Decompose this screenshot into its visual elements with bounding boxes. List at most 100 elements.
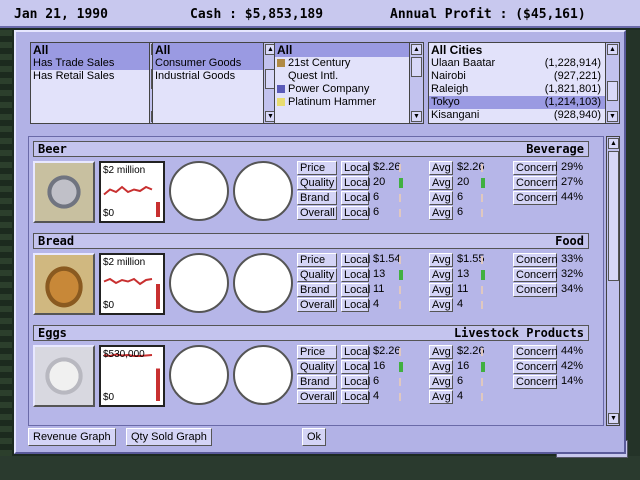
revenue-graph[interactable]: $2 million $0 (99, 161, 165, 223)
local-button[interactable]: Local (341, 360, 370, 374)
revenue-graph[interactable]: $2 million $0 (99, 253, 165, 315)
sales-share-pie[interactable] (233, 253, 293, 313)
attr-brand-button[interactable]: Brand (297, 375, 337, 389)
local-button[interactable]: Local (341, 253, 370, 267)
local-button[interactable]: Local (341, 161, 370, 175)
local-button[interactable]: Local (341, 283, 370, 297)
goods-filter-list[interactable]: All Consumer Goods Industrial Goods ▲ ▼ (152, 42, 278, 124)
revenue-graph[interactable]: $530,000 $0 (99, 345, 165, 407)
avg-button[interactable]: Avg (429, 176, 453, 190)
attr-quality-button[interactable]: Quality (297, 176, 337, 190)
attr-price-button[interactable]: Price (297, 345, 337, 359)
local-button[interactable]: Local (341, 375, 370, 389)
local-button[interactable]: Local (341, 176, 370, 190)
concern-button[interactable]: Concern (513, 360, 558, 374)
filter-option[interactable]: Consumer Goods (153, 57, 263, 70)
city-option[interactable]: Raleigh (1,821,801) (429, 83, 605, 96)
concern-value: 44% (561, 345, 584, 357)
scroll-down-icon[interactable]: ▼ (411, 111, 422, 122)
local-button[interactable]: Local (341, 298, 370, 312)
sales-share-pie[interactable] (233, 345, 293, 405)
cash-readout: Cash : $5,853,189 (190, 7, 324, 22)
concern-button[interactable]: Concern (513, 268, 558, 282)
avg-button[interactable]: Avg (429, 268, 453, 282)
filter-option[interactable]: Has Retail Sales (31, 70, 149, 83)
scroll-up-icon[interactable]: ▲ (608, 138, 619, 149)
company-option[interactable]: Power Company (275, 83, 409, 96)
filter-all-option[interactable]: All Cities (429, 43, 605, 57)
scroll-thumb[interactable] (607, 81, 618, 101)
concern-button[interactable]: Concern (513, 283, 558, 297)
scroll-thumb[interactable] (411, 57, 422, 77)
concern-button[interactable]: Concern (513, 375, 558, 389)
sales-share-pie[interactable] (233, 161, 293, 221)
avg-button[interactable]: Avg (429, 191, 453, 205)
company-color-swatch (277, 85, 285, 93)
city-option[interactable]: Nairobi (927,221) (429, 70, 605, 83)
avg-button[interactable]: Avg (429, 206, 453, 220)
scroll-up-icon[interactable]: ▲ (607, 44, 618, 55)
city-filter-scrollbar[interactable]: ▲ ▼ (605, 43, 619, 123)
product-name: Bread (38, 234, 75, 248)
qty-sold-graph-button[interactable]: Qty Sold Graph (126, 428, 212, 446)
filter-option[interactable]: Has Trade Sales (31, 57, 149, 70)
city-filter-list[interactable]: All Cities Ulaan Baatar (1,228,914) Nairobi… (428, 42, 620, 124)
filter-all-option[interactable]: All (31, 43, 149, 57)
game-date: Jan 21, 1990 (14, 7, 108, 22)
avg-button[interactable]: Avg (429, 390, 453, 404)
company-option[interactable]: Platinum Hammer (275, 96, 409, 109)
avg-button[interactable]: Avg (429, 298, 453, 312)
city-option[interactable]: Ulaan Baatar (1,228,914) (429, 57, 605, 70)
attr-brand-button[interactable]: Brand (297, 191, 337, 205)
level-bar (481, 348, 483, 356)
scroll-down-icon[interactable]: ▼ (607, 111, 618, 122)
attr-quality-button[interactable]: Quality (297, 268, 337, 282)
avg-button[interactable]: Avg (429, 253, 453, 267)
attr-price-button[interactable]: Price (297, 161, 337, 175)
scroll-thumb[interactable] (608, 151, 619, 281)
level-bar (481, 256, 483, 264)
company-filter-scrollbar[interactable]: ▲ ▼ (409, 43, 423, 123)
attr-overall-button[interactable]: Overall (297, 390, 337, 404)
city-population: (928,940) (553, 109, 601, 121)
market-share-pie[interactable] (169, 345, 229, 405)
avg-button[interactable]: Avg (429, 345, 453, 359)
level-bar (399, 256, 401, 264)
attr-overall-button[interactable]: Overall (297, 298, 337, 312)
avg-button[interactable]: Avg (429, 375, 453, 389)
avg-button[interactable]: Avg (429, 283, 453, 297)
filter-all-option[interactable]: All (153, 43, 263, 57)
revenue-graph-button[interactable]: Revenue Graph (28, 428, 116, 446)
level-bar (481, 286, 483, 294)
attr-overall-button[interactable]: Overall (297, 206, 337, 220)
trade-filter-list[interactable]: AllHas Trade SalesHas Retail Sales ▲ ▼ (30, 42, 164, 124)
filter-all-option[interactable]: All (275, 43, 409, 57)
local-button[interactable]: Local (341, 345, 370, 359)
avg-button[interactable]: Avg (429, 161, 453, 175)
company-filter-list[interactable]: All 21st Century Quest Intl. Power Company P… (274, 42, 424, 124)
concern-button[interactable]: Concern (513, 176, 558, 190)
scroll-down-icon[interactable]: ▼ (608, 413, 619, 424)
attr-quality-button[interactable]: Quality (297, 360, 337, 374)
attr-price-button[interactable]: Price (297, 253, 337, 267)
local-button[interactable]: Local (341, 191, 370, 205)
market-share-pie[interactable] (169, 161, 229, 221)
product-list-scrollbar[interactable]: ▲ ▼ (606, 136, 620, 426)
filter-option[interactable]: Industrial Goods (153, 70, 263, 83)
concern-button[interactable]: Concern (513, 191, 558, 205)
scroll-up-icon[interactable]: ▲ (411, 44, 422, 55)
concern-button[interactable]: Concern (513, 345, 558, 359)
avg-button[interactable]: Avg (429, 360, 453, 374)
local-button[interactable]: Local (341, 390, 370, 404)
city-option[interactable]: Tokyo (1,214,103) (429, 96, 605, 109)
local-button[interactable]: Local (341, 268, 370, 282)
company-option[interactable]: Quest Intl. (275, 70, 409, 83)
concern-button[interactable]: Concern (513, 161, 558, 175)
city-option[interactable]: Kisangani (928,940) (429, 109, 605, 122)
attr-brand-button[interactable]: Brand (297, 283, 337, 297)
market-share-pie[interactable] (169, 253, 229, 313)
company-option[interactable]: 21st Century (275, 57, 409, 70)
concern-button[interactable]: Concern (513, 253, 558, 267)
local-button[interactable]: Local (341, 206, 370, 220)
ok-button[interactable]: Ok (302, 428, 327, 446)
